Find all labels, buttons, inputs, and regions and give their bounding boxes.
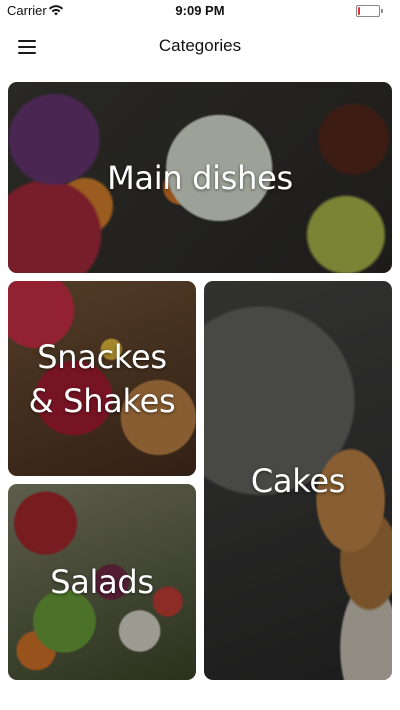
navigation-bar: Categories [0, 22, 400, 72]
battery-icon [356, 5, 383, 17]
category-label: Salads [50, 563, 154, 601]
category-tile-cakes[interactable]: Cakes [204, 281, 392, 680]
category-tile-salads[interactable]: Salads [8, 484, 196, 680]
category-tile-main-dishes[interactable]: Main dishes [8, 82, 392, 273]
category-label: Cakes [250, 461, 346, 500]
status-bar: Carrier 9:09 PM [0, 0, 400, 22]
screen: Carrier 9:09 PM Categories Main dishes S… [0, 0, 400, 710]
battery-level [358, 7, 360, 15]
status-time: 9:09 PM [175, 3, 225, 18]
page-title: Categories [158, 36, 242, 55]
category-label: Main dishes [107, 158, 293, 197]
category-tile-snacks-shakes[interactable]: Snackes & Shakes [8, 281, 196, 476]
category-label: Snackes & Shakes [28, 337, 176, 420]
